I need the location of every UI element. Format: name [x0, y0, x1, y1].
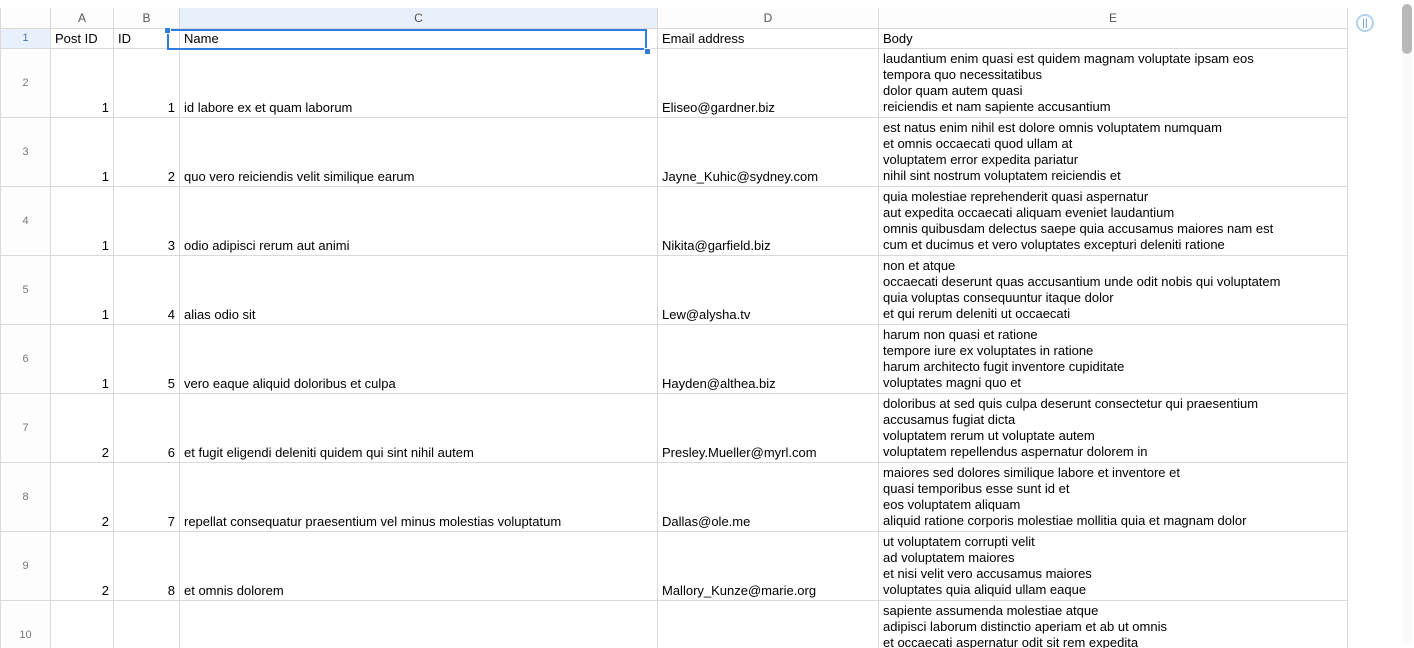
col-header-B[interactable]: B: [114, 8, 180, 28]
cell-D7[interactable]: Presley.Mueller@myrl.com: [658, 393, 879, 462]
cell-D1[interactable]: Email address: [658, 28, 879, 48]
row-header-1[interactable]: 1: [1, 28, 51, 48]
cell-B5[interactable]: 4: [114, 255, 180, 324]
cell-A10[interactable]: 2: [51, 600, 114, 648]
col-header-C[interactable]: C: [180, 8, 658, 28]
row-header-2[interactable]: 2: [1, 48, 51, 117]
cell-D8[interactable]: Dallas@ole.me: [658, 462, 879, 531]
cell-E5[interactable]: non et atque occaecati deserunt quas acc…: [879, 255, 1348, 324]
cell-C10[interactable]: provident id voluptas: [180, 600, 658, 648]
cell-B4[interactable]: 3: [114, 186, 180, 255]
cell-B10[interactable]: 9: [114, 600, 180, 648]
spreadsheet-grid[interactable]: A B C D E 1 Post ID ID Name Email addres…: [0, 8, 1348, 648]
cell-C9[interactable]: et omnis dolorem: [180, 531, 658, 600]
corner-header[interactable]: [1, 8, 51, 28]
column-overflow-glyph: ||: [1362, 18, 1367, 29]
cell-A1[interactable]: Post ID: [51, 28, 114, 48]
row-header-6[interactable]: 6: [1, 324, 51, 393]
cell-E3[interactable]: est natus enim nihil est dolore omnis vo…: [879, 117, 1348, 186]
col-header-E[interactable]: E: [879, 8, 1348, 28]
col-header-D[interactable]: D: [658, 8, 879, 28]
cell-E8[interactable]: maiores sed dolores similique labore et …: [879, 462, 1348, 531]
vertical-scrollbar-thumb[interactable]: [1402, 4, 1412, 54]
cell-E7[interactable]: doloribus at sed quis culpa deserunt con…: [879, 393, 1348, 462]
cell-D6[interactable]: Hayden@althea.biz: [658, 324, 879, 393]
cell-E4[interactable]: quia molestiae reprehenderit quasi asper…: [879, 186, 1348, 255]
cell-D10[interactable]: Meghan_Littel@rene.us: [658, 600, 879, 648]
cell-C5[interactable]: alias odio sit: [180, 255, 658, 324]
cell-C4[interactable]: odio adipisci rerum aut animi: [180, 186, 658, 255]
col-header-A[interactable]: A: [51, 8, 114, 28]
row-header-5[interactable]: 5: [1, 255, 51, 324]
cell-A9[interactable]: 2: [51, 531, 114, 600]
row-header-4[interactable]: 4: [1, 186, 51, 255]
cell-C8[interactable]: repellat consequatur praesentium vel min…: [180, 462, 658, 531]
cell-C6[interactable]: vero eaque aliquid doloribus et culpa: [180, 324, 658, 393]
cell-D2[interactable]: Eliseo@gardner.biz: [658, 48, 879, 117]
cell-C7[interactable]: et fugit eligendi deleniti quidem qui si…: [180, 393, 658, 462]
cell-B8[interactable]: 7: [114, 462, 180, 531]
cell-E9[interactable]: ut voluptatem corrupti velit ad voluptat…: [879, 531, 1348, 600]
cell-D3[interactable]: Jayne_Kuhic@sydney.com: [658, 117, 879, 186]
cell-D5[interactable]: Lew@alysha.tv: [658, 255, 879, 324]
cell-B3[interactable]: 2: [114, 117, 180, 186]
cell-A4[interactable]: 1: [51, 186, 114, 255]
column-overflow-circle[interactable]: ||: [1356, 14, 1374, 32]
row-header-3[interactable]: 3: [1, 117, 51, 186]
cell-D9[interactable]: Mallory_Kunze@marie.org: [658, 531, 879, 600]
cell-A6[interactable]: 1: [51, 324, 114, 393]
cell-A3[interactable]: 1: [51, 117, 114, 186]
cell-A8[interactable]: 2: [51, 462, 114, 531]
cell-C3[interactable]: quo vero reiciendis velit similique earu…: [180, 117, 658, 186]
cell-A5[interactable]: 1: [51, 255, 114, 324]
cell-B7[interactable]: 6: [114, 393, 180, 462]
cell-E1[interactable]: Body: [879, 28, 1348, 48]
row-header-8[interactable]: 8: [1, 462, 51, 531]
cell-B2[interactable]: 1: [114, 48, 180, 117]
cell-A7[interactable]: 2: [51, 393, 114, 462]
row-header-9[interactable]: 9: [1, 531, 51, 600]
cell-E2[interactable]: laudantium enim quasi est quidem magnam …: [879, 48, 1348, 117]
cell-E10[interactable]: sapiente assumenda molestiae atque adipi…: [879, 600, 1348, 648]
row-header-10[interactable]: 10: [1, 600, 51, 648]
cell-A2[interactable]: 1: [51, 48, 114, 117]
cell-B9[interactable]: 8: [114, 531, 180, 600]
cell-B1[interactable]: ID: [114, 28, 180, 48]
cell-C1[interactable]: Name: [180, 28, 658, 48]
cell-B6[interactable]: 5: [114, 324, 180, 393]
cell-D4[interactable]: Nikita@garfield.biz: [658, 186, 879, 255]
row-header-7[interactable]: 7: [1, 393, 51, 462]
cell-C2[interactable]: id labore ex et quam laborum: [180, 48, 658, 117]
vertical-scrollbar-track[interactable]: [1402, 4, 1412, 644]
cell-E6[interactable]: harum non quasi et ratione tempore iure …: [879, 324, 1348, 393]
